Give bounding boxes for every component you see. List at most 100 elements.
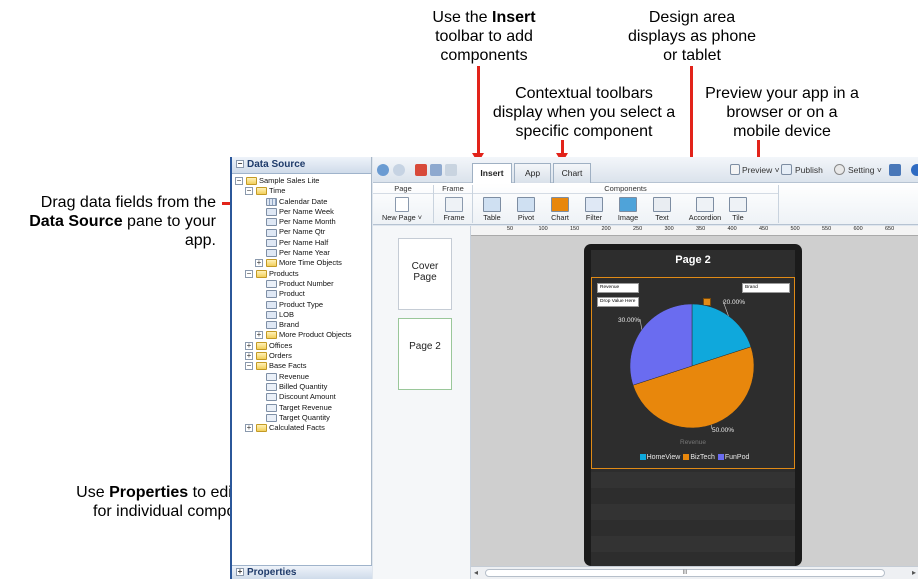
tree-node[interactable]: + Orders <box>232 351 372 361</box>
tree-node[interactable]: + More Time Objects <box>232 258 372 268</box>
folder-icon <box>246 177 257 186</box>
number-column-icon <box>266 372 277 381</box>
component-label: Chart <box>551 213 569 222</box>
tree-node-label: Target Revenue <box>279 402 332 412</box>
ruler-tick-label: 650 <box>885 226 895 232</box>
callout-preview: Preview your app in a browser or on a mo… <box>705 85 859 140</box>
tree-node[interactable]: Discount Amount <box>232 392 372 402</box>
insert-image-button[interactable]: Image <box>613 195 643 225</box>
data-source-tree: − Sample Sales Lite − Time Calendar Date Per … <box>232 176 372 433</box>
collapse-icon[interactable]: − <box>245 269 253 278</box>
chart-component[interactable]: Revenue Drop Value Here Brand 20.00% 50.0… <box>591 277 795 469</box>
insert-accordion-button[interactable]: Accordion <box>685 195 725 225</box>
insert-pivot-button[interactable]: Pivot <box>511 195 541 225</box>
pivot-icon <box>517 197 535 212</box>
tree-node[interactable]: Billed Quantity <box>232 382 372 392</box>
help-icon[interactable] <box>911 164 918 176</box>
expand-icon[interactable]: + <box>245 352 253 361</box>
component-label: Tile <box>732 213 744 222</box>
tree-node[interactable]: + Calculated Facts <box>232 423 372 433</box>
tree-node[interactable]: Product Number <box>232 279 372 289</box>
data-source-header[interactable]: − Data Source <box>232 157 371 174</box>
scroll-left-icon[interactable]: ◂ <box>474 568 478 577</box>
insert-tile-button[interactable]: Tile <box>723 195 753 225</box>
tree-node[interactable]: − Sample Sales Lite <box>232 176 372 186</box>
number-column-icon <box>266 393 277 402</box>
tree-node[interactable]: − Products <box>232 269 372 279</box>
preview-icon[interactable] <box>730 164 740 175</box>
collapse-icon[interactable]: − <box>245 362 253 371</box>
folder-icon <box>256 187 267 196</box>
expand-icon[interactable]: + <box>236 568 244 577</box>
tree-node[interactable]: Per Name Year <box>232 248 372 258</box>
frame-button[interactable]: Frame <box>439 195 469 225</box>
ribbon-separator <box>433 185 434 223</box>
tree-node[interactable]: Per Name Qtr <box>232 227 372 237</box>
tree-node-label: Product <box>279 289 305 299</box>
cut-icon[interactable] <box>415 164 427 176</box>
tree-node[interactable]: − Time <box>232 186 372 196</box>
tree-node[interactable]: + Offices <box>232 341 372 351</box>
tree-node[interactable]: Brand <box>232 320 372 330</box>
collapse-icon[interactable]: − <box>235 177 243 186</box>
folder-icon <box>256 424 267 433</box>
tree-node[interactable]: Product <box>232 289 372 299</box>
tree-node[interactable]: Revenue <box>232 372 372 382</box>
expand-icon[interactable]: + <box>245 341 253 350</box>
slice-label: 50.00% <box>712 427 734 434</box>
tree-node[interactable]: Target Quantity <box>232 413 372 423</box>
number-column-icon <box>266 382 277 391</box>
publish-button[interactable]: Publish <box>795 165 823 175</box>
design-area[interactable]: 50 100 150 200 250 300 350 400 450 500 550 600 650 P… <box>471 226 918 566</box>
expand-icon[interactable]: + <box>245 424 253 433</box>
tree-node[interactable]: Per Name Week <box>232 207 372 217</box>
new-page-button[interactable]: New Page ˅ <box>379 195 425 225</box>
preview-button[interactable]: Preview ˅ <box>742 165 780 175</box>
collapse-icon[interactable]: − <box>245 187 253 196</box>
tree-node-label: LOB <box>279 309 295 319</box>
legend-label: BizTech <box>690 454 715 461</box>
setting-button[interactable]: Setting ˅ <box>848 165 882 175</box>
insert-filter-button[interactable]: Filter <box>579 195 609 225</box>
insert-table-button[interactable]: Table <box>477 195 507 225</box>
tab-chart[interactable]: Chart <box>553 163 591 183</box>
redo-icon[interactable] <box>393 164 405 176</box>
horizontal-scrollbar[interactable]: ◂ III ▸ <box>471 566 918 579</box>
tree-node[interactable]: − Base Facts <box>232 361 372 371</box>
undo-icon[interactable] <box>377 164 389 176</box>
paste-icon[interactable] <box>445 164 457 176</box>
tree-node[interactable]: Target Revenue <box>232 403 372 413</box>
ruler-tick-label: 100 <box>538 226 548 232</box>
tree-node-label: Time <box>269 186 286 196</box>
tree-node[interactable]: + More Product Objects <box>232 330 372 340</box>
page-thumb-cover[interactable]: Cover Page <box>398 238 452 310</box>
tree-node-label: Target Quantity <box>279 412 330 422</box>
component-label: Table <box>483 213 501 222</box>
tree-node[interactable]: Product Type <box>232 300 372 310</box>
expand-icon[interactable]: + <box>255 259 263 268</box>
ruler-tick-label: 200 <box>601 226 611 232</box>
tree-node-label: Per Name Year <box>279 248 330 258</box>
tree-node[interactable]: Calendar Date <box>232 197 372 207</box>
tree-node[interactable]: Per Name Month <box>232 217 372 227</box>
properties-pane-header[interactable]: + Properties <box>232 565 372 579</box>
insert-text-button[interactable]: Text <box>647 195 677 225</box>
gear-icon[interactable] <box>834 164 845 175</box>
tab-app[interactable]: App <box>514 163 551 183</box>
scroll-right-icon[interactable]: ▸ <box>912 568 916 577</box>
tree-node[interactable]: LOB <box>232 310 372 320</box>
ruler-tick-label: 400 <box>727 226 737 232</box>
measure-label: Revenue <box>680 439 707 446</box>
save-icon[interactable] <box>889 164 901 176</box>
publish-icon[interactable] <box>781 164 792 175</box>
copy-icon[interactable] <box>430 164 442 176</box>
tab-insert[interactable]: Insert <box>472 163 512 184</box>
page-thumb-page2[interactable]: Page 2 <box>398 318 452 390</box>
scroll-thumb[interactable]: III <box>485 569 885 577</box>
tree-node[interactable]: Per Name Half <box>232 238 372 248</box>
insert-chart-button[interactable]: Chart <box>545 195 575 225</box>
slice-label: 20.00% <box>723 299 745 306</box>
expand-icon[interactable]: + <box>255 331 263 340</box>
collapse-icon[interactable]: − <box>236 160 244 169</box>
ribbon-separator <box>472 185 473 223</box>
